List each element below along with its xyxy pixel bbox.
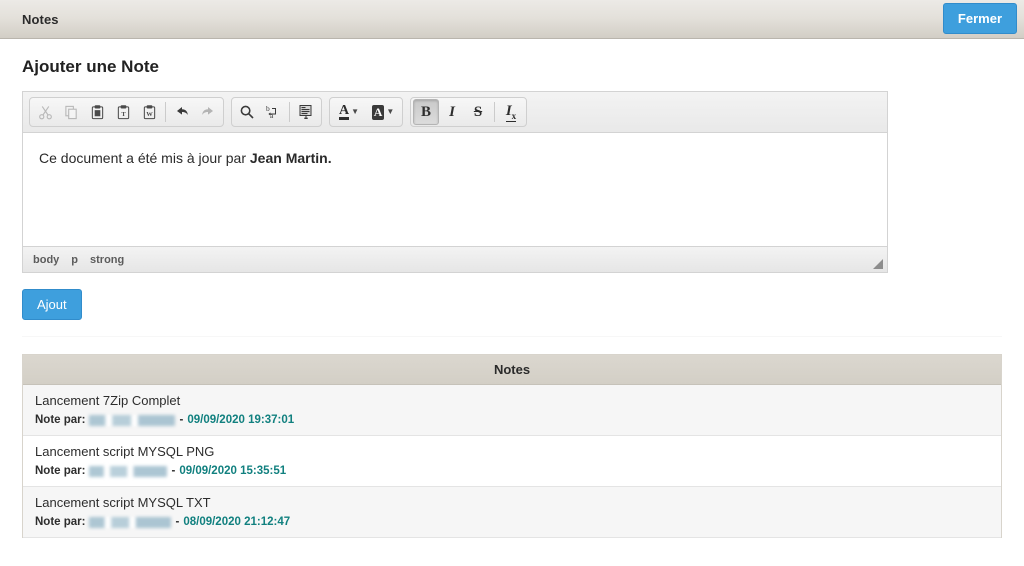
svg-text:T: T [121, 110, 126, 117]
select-all-icon[interactable] [293, 99, 319, 125]
table-row[interactable]: Lancement script MYSQL PNG Note par: - 0… [23, 436, 1001, 487]
toolbar-separator [289, 102, 290, 122]
window-header: Notes Fermer [0, 0, 1024, 39]
bold-icon[interactable]: B [413, 99, 439, 125]
note-author-label: Note par: [35, 516, 86, 528]
note-author-redacted [89, 465, 168, 477]
note-meta-separator: - [179, 414, 184, 426]
rich-text-editor: T W ba A ▼ A ▼ B I S Ix Ce document a ét… [22, 91, 888, 273]
note-date: 08/09/2020 21:12:47 [183, 516, 291, 528]
paste-text-icon[interactable]: T [110, 99, 136, 125]
copy-icon[interactable] [58, 99, 84, 125]
page-title: Ajouter une Note [22, 57, 159, 76]
toolbar-group-editing: ba [231, 97, 322, 127]
italic-icon[interactable]: I [439, 99, 465, 125]
cut-icon[interactable] [32, 99, 58, 125]
window-title: Notes [22, 11, 59, 27]
text-color-icon[interactable]: A ▼ [332, 99, 366, 125]
paste-word-icon[interactable]: W [136, 99, 162, 125]
table-row[interactable]: Lancement script MYSQL TXT Note par: - 0… [23, 487, 1001, 538]
close-button[interactable]: Fermer [942, 3, 1017, 34]
table-row[interactable]: Lancement 7Zip Complet Note par: - 09/09… [23, 385, 1001, 436]
element-path-strong[interactable]: strong [90, 254, 124, 266]
editor-content-area[interactable]: Ce document a été mis à jour par Jean Ma… [23, 133, 887, 246]
note-author-label: Note par: [35, 465, 86, 477]
editor-toolbar: T W ba A ▼ A ▼ B I S Ix [23, 92, 887, 133]
note-meta: Note par: - 09/09/2020 19:37:01 [35, 414, 989, 426]
note-author-redacted [89, 516, 172, 528]
note-date: 09/09/2020 15:35:51 [179, 465, 287, 477]
notes-table: Notes Lancement 7Zip Complet Note par: -… [22, 354, 1002, 538]
resize-grip-icon[interactable] [873, 259, 883, 269]
editor-text-plain: Ce document a été mis à jour par [39, 150, 250, 166]
svg-text:W: W [146, 110, 153, 117]
toolbar-group-clipboard: T W [29, 97, 224, 127]
undo-icon[interactable] [169, 99, 195, 125]
add-note-button[interactable]: Ajout [22, 289, 82, 320]
strike-icon[interactable]: S [465, 99, 491, 125]
toolbar-group-basic-styles: B I S Ix [410, 97, 527, 127]
background-color-icon[interactable]: A ▼ [366, 99, 400, 125]
note-date: 09/09/2020 19:37:01 [187, 414, 295, 426]
note-author-redacted [89, 414, 176, 426]
remove-format-icon[interactable]: Ix [498, 99, 524, 125]
note-meta-separator: - [171, 465, 176, 477]
note-title: Lancement 7Zip Complet [35, 393, 181, 408]
submit-row: Ajout [22, 289, 1014, 320]
note-title: Lancement script MYSQL TXT [35, 495, 211, 510]
notes-table-header: Notes [23, 355, 1001, 385]
note-meta-separator: - [175, 516, 180, 528]
note-meta: Note par: - 08/09/2020 21:12:47 [35, 516, 989, 528]
note-author-label: Note par: [35, 414, 86, 426]
element-path-p[interactable]: p [71, 254, 78, 266]
note-meta: Note par: - 09/09/2020 15:35:51 [35, 465, 989, 477]
replace-icon[interactable]: ba [260, 99, 286, 125]
element-path-body[interactable]: body [33, 254, 59, 266]
editor-text-bold: Jean Martin. [249, 150, 332, 166]
toolbar-separator [494, 102, 495, 122]
search-icon[interactable] [234, 99, 260, 125]
paste-icon[interactable] [84, 99, 110, 125]
editor-paragraph: Ce document a été mis à jour par Jean Ma… [39, 149, 871, 169]
note-title: Lancement script MYSQL PNG [35, 444, 215, 459]
editor-element-path: body p strong [23, 246, 887, 272]
redo-icon[interactable] [195, 99, 221, 125]
section-divider [22, 336, 1002, 337]
svg-text:a: a [270, 111, 274, 120]
page-content: Ajouter une Note T W b a A ▼ A ▼ B I S I… [0, 57, 1024, 538]
toolbar-group-colors: A ▼ A ▼ [329, 97, 403, 127]
toolbar-separator [165, 102, 166, 122]
